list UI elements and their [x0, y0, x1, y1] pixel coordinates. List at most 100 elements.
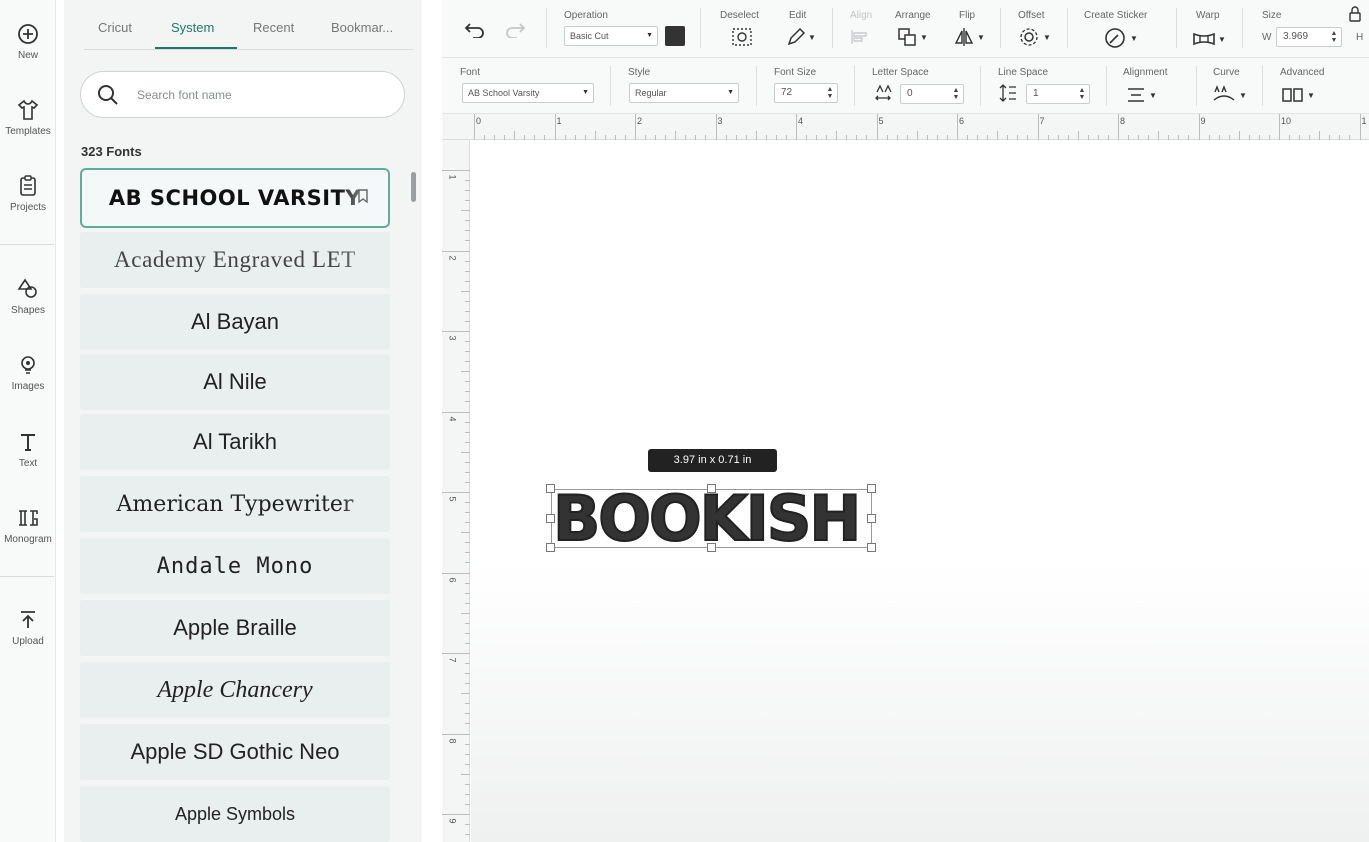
ruler-tick: [442, 814, 470, 815]
resize-handle[interactable]: [867, 484, 876, 493]
divider: [756, 66, 757, 106]
letter-space-input[interactable]: 0 ▲ ▼: [900, 84, 964, 104]
arrange-icon[interactable]: [897, 27, 917, 47]
font-list-item[interactable]: Apple Braille: [80, 600, 390, 656]
rail-new-button[interactable]: New: [0, 22, 56, 61]
stepper-icon[interactable]: ▲ ▼: [1077, 87, 1087, 101]
font-list-item[interactable]: Al Tarikh: [80, 414, 390, 470]
ruler-tick: [1248, 135, 1250, 140]
ruler-tick: [465, 783, 470, 785]
font-list-item[interactable]: Apple SD Gothic Neo: [80, 724, 390, 780]
ruler-tick: [1238, 131, 1240, 140]
scrollbar-thumb[interactable]: [411, 172, 416, 202]
arrange-label: Arrange: [895, 10, 931, 21]
stepper-icon[interactable]: ▲ ▼: [951, 87, 961, 101]
font-search-input[interactable]: [137, 84, 377, 106]
ruler-tick: [474, 114, 475, 140]
ruler-tick: [534, 135, 536, 140]
operation-color-swatch[interactable]: [665, 26, 685, 46]
selection-box[interactable]: [551, 489, 872, 548]
ruler-tick: [465, 592, 470, 594]
font-select[interactable]: AB School Varsity ▼: [462, 83, 594, 103]
size-width-input[interactable]: 3.969 ▲ ▼: [1276, 27, 1342, 47]
font-list-item[interactable]: Andale Mono: [80, 538, 390, 594]
resize-handle[interactable]: [867, 514, 876, 523]
font-size-label: Font Size: [774, 67, 817, 78]
deselect-icon[interactable]: [731, 27, 753, 47]
pencil-icon[interactable]: [786, 27, 806, 47]
undo-icon[interactable]: [464, 22, 486, 38]
ruler-tick: [836, 131, 838, 140]
rail-images-button[interactable]: Images: [0, 353, 56, 392]
ruler-tick: [465, 743, 470, 745]
ruler-tick: [1329, 135, 1331, 140]
ruler-tick: [461, 612, 470, 614]
rail-new-label: New: [17, 50, 38, 61]
font-list-item[interactable]: Apple Chancery: [80, 662, 390, 718]
ruler-tick: [846, 135, 848, 140]
font-list-item[interactable]: American Typewriter: [80, 476, 390, 532]
ruler-tick: [896, 135, 898, 140]
resize-handle[interactable]: [707, 484, 716, 493]
font-list-scrollbar[interactable]: [409, 168, 417, 842]
caret-down-icon: ▼: [727, 89, 734, 96]
stepper-icon[interactable]: ▲ ▼: [1329, 30, 1339, 44]
resize-handle[interactable]: [546, 484, 555, 493]
warp-icon[interactable]: [1192, 31, 1216, 47]
rail-text-button[interactable]: Text: [0, 430, 56, 469]
line-space-icon: [999, 84, 1016, 102]
letter-space-icon: [875, 84, 892, 101]
offset-icon[interactable]: [1019, 27, 1039, 47]
flip-label: Flip: [959, 10, 976, 21]
divider: [1000, 8, 1001, 48]
advanced-icon[interactable]: [1282, 87, 1304, 103]
ruler-tick: [614, 135, 616, 140]
font-list-item[interactable]: Al Nile: [80, 354, 390, 410]
rail-monogram-button[interactable]: Monogram: [0, 506, 56, 545]
ruler-tick: [524, 135, 526, 140]
redo-icon[interactable]: [504, 22, 526, 38]
font-panel: Cricut System Recent Bookmar... 323 Font…: [64, 0, 422, 842]
tab-cricut[interactable]: Cricut: [98, 20, 132, 35]
ruler-tick: [1097, 135, 1099, 140]
resize-handle[interactable]: [546, 514, 555, 523]
warp-label: Warp: [1196, 10, 1220, 21]
style-select[interactable]: Regular ▼: [629, 83, 739, 103]
rail-shapes-button[interactable]: Shapes: [0, 277, 56, 316]
stepper-icon[interactable]: ▲ ▼: [825, 86, 835, 100]
ruler-tick: [1279, 114, 1280, 140]
rail-divider: [0, 576, 54, 577]
rail-projects-button[interactable]: Projects: [0, 174, 56, 213]
resize-handle[interactable]: [707, 543, 716, 552]
tab-system[interactable]: System: [171, 20, 214, 35]
tab-bookmarks[interactable]: Bookmar...: [331, 20, 393, 35]
ruler-tick: [1027, 135, 1029, 140]
font-list-item[interactable]: Apple Symbols: [80, 786, 390, 842]
rail-templates-button[interactable]: Templates: [0, 98, 56, 137]
ruler-tick: [765, 135, 767, 140]
flip-icon[interactable]: [954, 27, 974, 47]
fade-overlay: [340, 232, 390, 288]
rail-shapes-label: Shapes: [11, 305, 45, 316]
upload-icon: [21, 611, 35, 628]
curve-icon[interactable]: [1212, 84, 1236, 104]
text-align-icon[interactable]: [1126, 87, 1146, 103]
ruler-tick: [1258, 135, 1260, 140]
ruler-label: 4: [447, 415, 458, 422]
resize-handle[interactable]: [546, 543, 555, 552]
size-width-value: 3.969: [1283, 31, 1309, 42]
font-size-input[interactable]: 72 ▲ ▼: [774, 83, 838, 103]
font-list-item[interactable]: Academy Engraved LET: [80, 232, 390, 288]
resize-handle[interactable]: [867, 543, 876, 552]
tab-recent[interactable]: Recent: [253, 20, 294, 35]
operation-select[interactable]: Basic Cut ▼: [564, 26, 658, 46]
rail-upload-button[interactable]: Upload: [0, 608, 56, 647]
sticker-icon[interactable]: [1104, 27, 1126, 49]
size-w-label: W: [1262, 32, 1272, 43]
font-list-item[interactable]: Al Bayan: [80, 294, 390, 350]
lock-icon[interactable]: [1349, 6, 1361, 22]
bookmark-icon[interactable]: [356, 188, 370, 204]
line-space-input[interactable]: 1 ▲ ▼: [1026, 84, 1090, 104]
font-list-item[interactable]: AB SCHOOL VARSITY: [80, 168, 390, 228]
ruler-tick: [465, 793, 470, 795]
